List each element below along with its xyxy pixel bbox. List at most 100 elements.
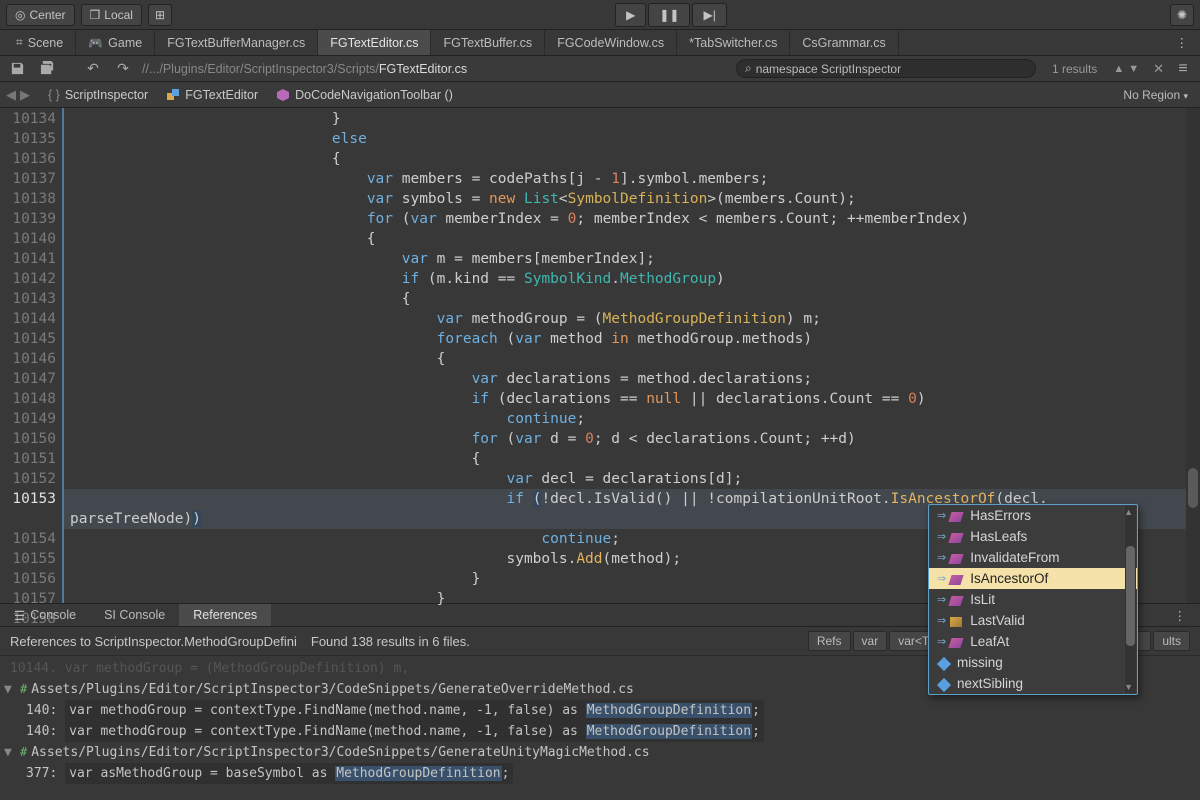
method-icon xyxy=(276,88,290,102)
code-line[interactable]: var methodGroup = (MethodGroupDefinition… xyxy=(64,309,1200,329)
code-line[interactable]: if (m.kind == SymbolKind.MethodGroup) xyxy=(64,269,1200,289)
tab-fgtextbuffer-cs[interactable]: FGTextBuffer.cs xyxy=(431,30,545,55)
filter-pill[interactable]: var xyxy=(853,631,888,651)
search-input[interactable]: ⌕ namespace ScriptInspector xyxy=(736,59,1036,78)
fold-icon[interactable]: ▼ xyxy=(4,742,16,763)
code-line[interactable]: else xyxy=(64,129,1200,149)
crumb-class[interactable]: FGTextEditor xyxy=(160,88,264,102)
autocomplete-label: HasLeafs xyxy=(970,529,1027,544)
tab-label: References xyxy=(193,608,257,622)
file-path: Assets/Plugins/Editor/ScriptInspector3/C… xyxy=(31,679,634,700)
step-button[interactable]: ▶| xyxy=(692,3,726,27)
lightbulb-icon: ✺ xyxy=(1177,8,1187,22)
search-prev-icon[interactable]: ▲ xyxy=(1111,63,1126,75)
autocomplete-item[interactable]: ⇒IsAncestorOf xyxy=(929,568,1137,589)
play-controls: ▶ ❚❚ ▶| xyxy=(615,3,727,27)
code-line[interactable]: { xyxy=(64,289,1200,309)
search-close-icon[interactable]: ✕ xyxy=(1153,61,1164,77)
breadcrumb[interactable]: //.../Plugins/Editor/ScriptInspector3/Sc… xyxy=(142,62,467,76)
refs-file-row[interactable]: ▼#Assets/Plugins/Editor/ScriptInspector3… xyxy=(4,742,1196,763)
tab-label: FGTextBufferManager.cs xyxy=(167,36,305,50)
center-button[interactable]: ◎ Center xyxy=(6,4,75,26)
result-code: var methodGroup = contextType.FindName(m… xyxy=(65,700,764,721)
breadcrumb-path: Plugins/Editor/ScriptInspector3/Scripts/ xyxy=(163,62,379,76)
grid-snap-button[interactable]: ⊞ xyxy=(148,4,172,26)
search-nav: ▲ ▼ xyxy=(1111,63,1141,75)
result-code: var methodGroup = contextType.FindName(m… xyxy=(65,721,764,742)
settings-button[interactable]: ✺ xyxy=(1170,4,1194,26)
breadcrumb-file: FGTextEditor.cs xyxy=(379,62,467,76)
filter-pill[interactable]: ults xyxy=(1153,631,1190,651)
code-line[interactable]: { xyxy=(64,449,1200,469)
code-line[interactable]: var decl = declarations[d]; xyxy=(64,469,1200,489)
pause-button[interactable]: ❚❚ xyxy=(648,3,690,27)
field-icon xyxy=(937,657,951,669)
tab-csgrammar-cs[interactable]: CsGrammar.cs xyxy=(790,30,898,55)
code-line[interactable]: var declarations = method.declarations; xyxy=(64,369,1200,389)
editor-scrollbar[interactable] xyxy=(1186,108,1200,603)
autocomplete-item[interactable]: missing xyxy=(929,652,1137,673)
autocomplete-item[interactable]: ⇒InvalidateFrom xyxy=(929,547,1137,568)
top-toolbar: ◎ Center ❒ Local ⊞ ▶ ❚❚ ▶| ✺ xyxy=(0,0,1200,30)
crumb-label: ScriptInspector xyxy=(65,88,148,102)
code-line[interactable]: for (var d = 0; d < declarations.Count; … xyxy=(64,429,1200,449)
search-menu-icon[interactable]: ≡ xyxy=(1172,59,1194,79)
scroll-thumb[interactable] xyxy=(1188,468,1198,508)
tab-fgtexteditor-cs[interactable]: FGTextEditor.cs xyxy=(318,30,431,55)
refs-result-row[interactable]: 140: var methodGroup = contextType.FindN… xyxy=(4,700,1196,721)
code-line[interactable]: foreach (var method in methodGroup.metho… xyxy=(64,329,1200,349)
autocomplete-item[interactable]: ⇒LastValid xyxy=(929,610,1137,631)
autocomplete-popup[interactable]: ⇒HasErrors⇒HasLeafs⇒InvalidateFrom⇒IsAnc… xyxy=(928,504,1138,695)
tab-fgcodewindow-cs[interactable]: FGCodeWindow.cs xyxy=(545,30,677,55)
autocomplete-item[interactable]: ⇒HasErrors xyxy=(929,505,1137,526)
property-icon xyxy=(950,552,964,564)
scene-icon: ⌗ xyxy=(16,35,23,50)
refs-result-row[interactable]: 377: var asMethodGroup = baseSymbol as M… xyxy=(4,763,1196,784)
code-line[interactable]: } xyxy=(64,109,1200,129)
autocomplete-scrollbar[interactable]: ▲ ▼ xyxy=(1125,506,1136,693)
search-next-icon[interactable]: ▼ xyxy=(1126,63,1141,75)
crumb-method[interactable]: DoCodeNavigationToolbar () xyxy=(270,88,459,102)
class-icon xyxy=(166,88,180,102)
step-icon: ▶| xyxy=(703,8,715,22)
crumb-namespace[interactable]: { } ScriptInspector xyxy=(42,88,154,102)
breadcrumb-prefix: //.../ xyxy=(142,62,163,76)
save-all-button[interactable] xyxy=(36,59,58,79)
filter-pill[interactable]: Refs xyxy=(808,631,851,651)
scroll-down-icon[interactable]: ▼ xyxy=(1124,682,1133,692)
code-nav-bar: ◀ ▶ { } ScriptInspector FGTextEditor DoC… xyxy=(0,82,1200,108)
line-number: 140: xyxy=(26,724,57,739)
tab-game[interactable]: 🎮Game xyxy=(76,30,155,55)
code-line[interactable]: var members = codePaths[j - 1].symbol.me… xyxy=(64,169,1200,189)
tabs-overflow-icon[interactable]: ⋮ xyxy=(1164,30,1200,55)
code-line[interactable]: var symbols = new List<SymbolDefinition>… xyxy=(64,189,1200,209)
nav-back-icon[interactable]: ◀ xyxy=(6,87,16,103)
tab--tabswitcher-cs[interactable]: *TabSwitcher.cs xyxy=(677,30,790,55)
autocomplete-item[interactable]: nextSibling xyxy=(929,673,1137,694)
region-dropdown[interactable]: No Region ▾ xyxy=(1123,88,1194,102)
refs-result-row[interactable]: 140: var methodGroup = contextType.FindN… xyxy=(4,721,1196,742)
play-icon: ▶ xyxy=(626,8,635,22)
save-button[interactable] xyxy=(6,59,28,79)
code-line[interactable]: { xyxy=(64,229,1200,249)
code-line[interactable]: { xyxy=(64,149,1200,169)
undo-button[interactable]: ↶ xyxy=(82,59,104,79)
refs-title: References to ScriptInspector.MethodGrou… xyxy=(10,634,297,649)
fold-icon[interactable]: ▼ xyxy=(4,679,16,700)
code-line[interactable]: continue; xyxy=(64,409,1200,429)
scroll-up-icon[interactable]: ▲ xyxy=(1124,507,1133,517)
local-button[interactable]: ❒ Local xyxy=(81,4,142,26)
nav-fwd-icon[interactable]: ▶ xyxy=(20,87,30,103)
redo-button[interactable]: ↷ xyxy=(112,59,134,79)
play-button[interactable]: ▶ xyxy=(615,3,646,27)
code-line[interactable]: var m = members[memberIndex]; xyxy=(64,249,1200,269)
code-line[interactable]: if (declarations == null || declarations… xyxy=(64,389,1200,409)
autocomplete-item[interactable]: ⇒LeafAt xyxy=(929,631,1137,652)
tab-scene[interactable]: ⌗Scene xyxy=(4,30,76,55)
scroll-thumb[interactable] xyxy=(1126,546,1135,646)
tab-fgtextbuffermanager-cs[interactable]: FGTextBufferManager.cs xyxy=(155,30,318,55)
code-line[interactable]: for (var memberIndex = 0; memberIndex < … xyxy=(64,209,1200,229)
autocomplete-item[interactable]: ⇒IsLit xyxy=(929,589,1137,610)
code-line[interactable]: { xyxy=(64,349,1200,369)
autocomplete-item[interactable]: ⇒HasLeafs xyxy=(929,526,1137,547)
